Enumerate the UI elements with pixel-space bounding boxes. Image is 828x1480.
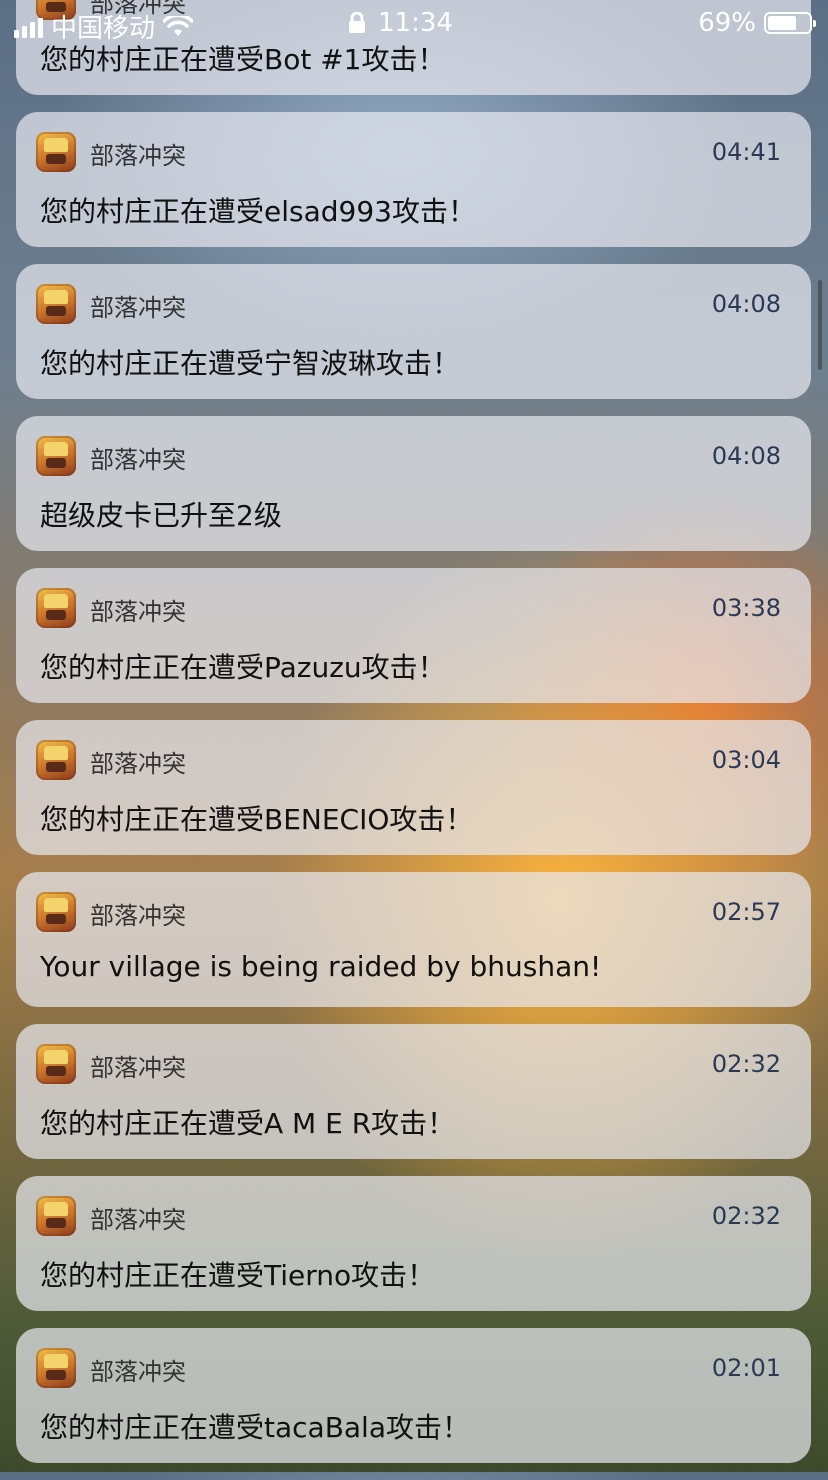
notification-card[interactable]: 部落冲突 04:41 您的村庄正在遭受elsad993攻击！ bbox=[16, 112, 811, 247]
notification-time: 04:08 bbox=[711, 442, 781, 470]
signal-icon bbox=[14, 16, 43, 38]
notification-card[interactable]: 部落冲突 02:57 Your village is being raided by… bbox=[16, 872, 811, 1007]
app-icon bbox=[36, 436, 76, 476]
app-icon bbox=[36, 588, 76, 628]
app-name: 部落冲突 bbox=[90, 750, 186, 778]
notification-card[interactable]: 部落冲突 02:32 您的村庄正在遭受Tierno攻击！ bbox=[16, 1176, 811, 1311]
wifi-icon bbox=[163, 15, 194, 36]
app-icon bbox=[36, 740, 76, 780]
carrier-info: 中国移动 bbox=[14, 8, 194, 45]
app-name: 部落冲突 bbox=[90, 446, 186, 474]
app-name: 部落冲突 bbox=[90, 142, 186, 170]
notification-time: 03:04 bbox=[711, 746, 781, 774]
notification-card[interactable]: 部落冲突 03:04 您的村庄正在遭受BENECIO攻击！ bbox=[16, 720, 811, 855]
app-name: 部落冲突 bbox=[90, 598, 186, 626]
app-name: 部落冲突 bbox=[90, 1206, 186, 1234]
scroll-indicator[interactable] bbox=[818, 280, 822, 370]
notification-message: 您的村庄正在遭受Tierno攻击！ bbox=[40, 1259, 436, 1292]
notification-message: 您的村庄正在遭受elsad993攻击！ bbox=[40, 195, 476, 228]
notification-message: Your village is being raided by bhushan! bbox=[40, 950, 602, 983]
notification-message: 超级皮卡已升至2级 bbox=[40, 499, 282, 532]
carrier-label: 中国移动 bbox=[51, 14, 156, 44]
app-icon bbox=[36, 1348, 76, 1388]
status-time-group: 11:34 bbox=[348, 8, 453, 38]
notification-time: 02:01 bbox=[711, 1354, 781, 1382]
notification-message: 您的村庄正在遭受tacaBala攻击！ bbox=[40, 1411, 470, 1444]
app-name: 部落冲突 bbox=[90, 902, 186, 930]
app-icon bbox=[36, 1044, 76, 1084]
app-icon bbox=[36, 132, 76, 172]
notification-time: 04:41 bbox=[711, 138, 781, 166]
app-icon bbox=[36, 284, 76, 324]
notification-message: 您的村庄正在遭受A M E R攻击！ bbox=[40, 1107, 456, 1140]
battery-icon bbox=[764, 12, 816, 34]
battery-percent: 69% bbox=[698, 8, 756, 38]
app-icon bbox=[36, 1196, 76, 1236]
notification-list: 部落冲突 您的村庄正在遭受Bot #1攻击！ 部落冲突 04:41 您的村庄正在遭受el… bbox=[16, 0, 811, 1480]
notification-card[interactable]: 部落冲突 04:08 您的村庄正在遭受宁智波琳攻击！ bbox=[16, 264, 811, 399]
notification-card[interactable]: 部落冲突 04:08 超级皮卡已升至2级 bbox=[16, 416, 811, 551]
notification-message: 您的村庄正在遭受Pazuzu攻击！ bbox=[40, 651, 446, 684]
notification-time: 04:08 bbox=[711, 290, 781, 318]
app-name: 部落冲突 bbox=[90, 1358, 186, 1386]
notification-card[interactable]: 部落冲突 02:01 您的村庄正在遭受tacaBala攻击！ bbox=[16, 1328, 811, 1463]
battery-info: 69% bbox=[698, 8, 816, 38]
app-name: 部落冲突 bbox=[90, 1054, 186, 1082]
notification-message: 您的村庄正在遭受BENECIO攻击！ bbox=[40, 803, 474, 836]
notification-message: 您的村庄正在遭受宁智波琳攻击！ bbox=[40, 347, 461, 380]
status-time: 11:34 bbox=[378, 8, 453, 38]
notification-card[interactable]: 部落冲突 02:32 您的村庄正在遭受A M E R攻击！ bbox=[16, 1024, 811, 1159]
notification-card[interactable]: 部落冲突 03:38 您的村庄正在遭受Pazuzu攻击！ bbox=[16, 568, 811, 703]
battery-fill bbox=[768, 16, 796, 30]
status-bar: 中国移动 11:34 69% bbox=[0, 0, 828, 48]
notification-time: 02:57 bbox=[711, 898, 781, 926]
app-icon bbox=[36, 892, 76, 932]
notification-time: 02:32 bbox=[711, 1202, 781, 1230]
notification-time: 02:32 bbox=[711, 1050, 781, 1078]
lock-icon bbox=[349, 12, 365, 33]
app-name: 部落冲突 bbox=[90, 294, 186, 322]
notification-time: 03:38 bbox=[711, 594, 781, 622]
